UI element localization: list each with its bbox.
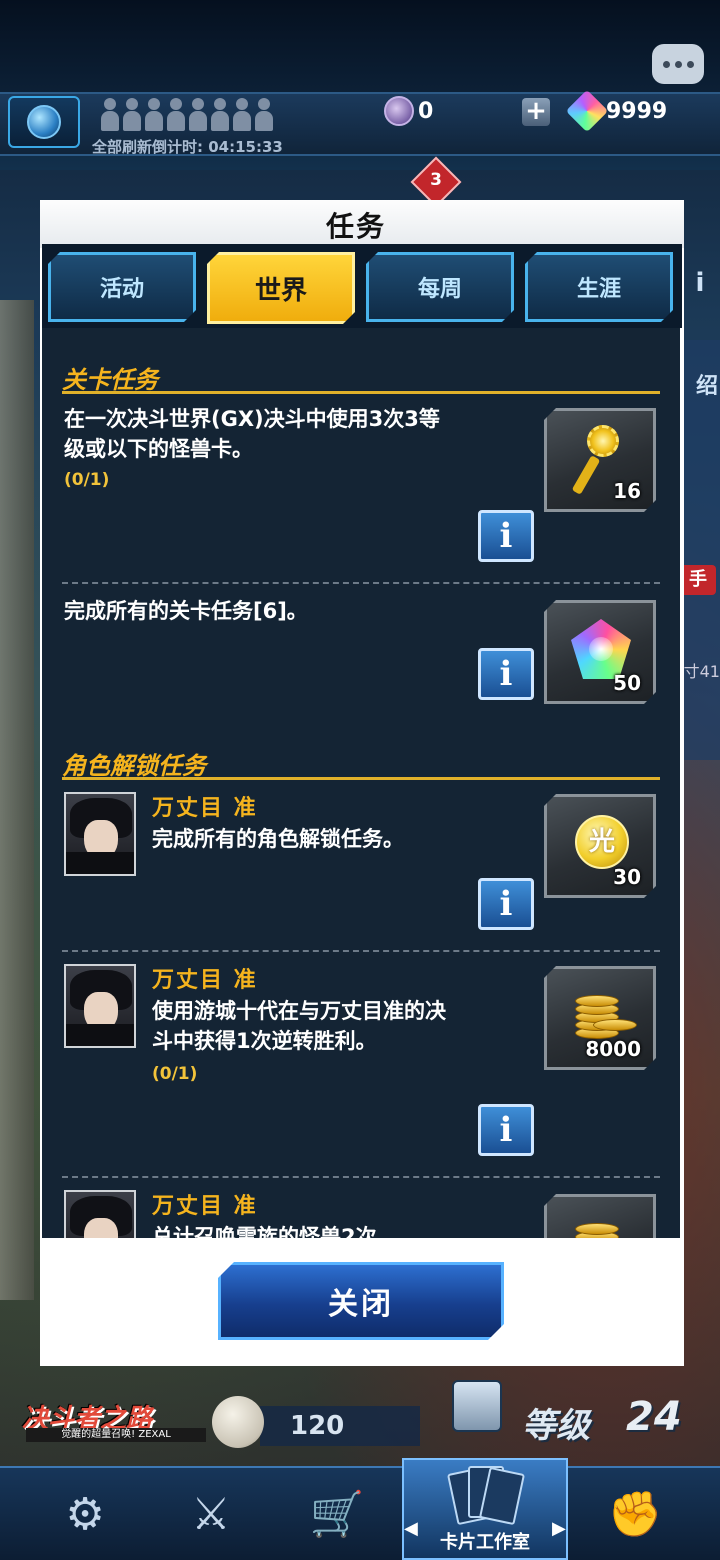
reward-box[interactable]: [544, 1194, 656, 1238]
globe-icon: [27, 105, 61, 139]
mission-progress: (0/1): [152, 1064, 198, 1084]
reward-box[interactable]: 光 30: [544, 794, 656, 898]
side-intro-text[interactable]: 绍: [696, 368, 718, 400]
mission-text: 完成所有的角色解锁任务。: [152, 827, 404, 851]
light-orb-icon: 光: [575, 815, 629, 869]
dialog-title: 任务: [325, 210, 386, 243]
reward-box[interactable]: 8000: [544, 966, 656, 1070]
section-title: 角色解锁任务: [62, 752, 206, 780]
background-pillar: [0, 300, 34, 1300]
mission-text: 总计召唤雷族的怪兽2次: [152, 1225, 377, 1238]
section-title: 关卡任务: [62, 366, 158, 394]
coin-icon: [212, 1396, 264, 1448]
tab-weekly[interactable]: 每周: [366, 252, 514, 322]
reward-box[interactable]: 16: [544, 408, 656, 512]
divider: [62, 950, 660, 952]
crystal-core: [589, 637, 613, 661]
world-globe-button[interactable]: [8, 96, 80, 148]
chat-dot-icon: [686, 60, 694, 68]
refresh-countdown: 全部刷新倒计时: 04:15:33: [92, 138, 283, 156]
player-silhouette-icon: [232, 98, 252, 134]
character-avatar: [64, 792, 136, 876]
reward-box[interactable]: 50: [544, 600, 656, 704]
side-hand-badge[interactable]: 手: [680, 565, 716, 595]
character-name: 万丈目 准: [152, 796, 258, 821]
reward-count: 8000: [585, 1037, 641, 1061]
section-header-stage: 关卡任务: [62, 360, 660, 394]
player-silhouette-icon: [254, 98, 274, 134]
player-silhouette-icon: [188, 98, 208, 134]
notification-count: 3: [430, 170, 442, 190]
gold-coins-icon: [569, 1211, 639, 1238]
duelist-road-subtitle: 觉醒的超量召唤! ZEXAL: [26, 1428, 206, 1442]
mission-text: 在一次决斗世界(GX)决斗中使用3次3等 级或以下的怪兽卡。: [64, 407, 440, 461]
section-header-character: 角色解锁任务: [62, 746, 660, 780]
player-silhouette-icon: [100, 98, 120, 134]
add-gems-button[interactable]: +: [522, 98, 550, 126]
divider: [62, 582, 660, 584]
info-button[interactable]: i: [478, 878, 534, 930]
tab-event[interactable]: 活动: [48, 252, 196, 322]
character-avatar: [64, 1190, 136, 1238]
reward-count: 30: [613, 865, 641, 889]
crossed-swords-icon: ⚔: [191, 1488, 231, 1540]
tab-career[interactable]: 生涯: [525, 252, 673, 322]
info-button[interactable]: i: [478, 648, 534, 700]
player-silhouette-icon: [166, 98, 186, 134]
character-name: 万丈目 准: [152, 968, 258, 993]
tab-world[interactable]: 世界: [207, 252, 355, 324]
orb-currency-icon: [384, 96, 414, 126]
nav-social[interactable]: ✊: [580, 1472, 690, 1556]
side-info-icon[interactable]: i: [682, 268, 718, 304]
reward-count: 50: [613, 671, 641, 695]
info-button[interactable]: i: [478, 1104, 534, 1156]
mission-list[interactable]: 关卡任务 在一次决斗世界(GX)决斗中使用3次3等 级或以下的怪兽卡。 (0/1…: [42, 328, 680, 1238]
orb-count: 0: [418, 99, 434, 124]
nav-shop[interactable]: 🛒: [282, 1472, 392, 1556]
reward-count: 16: [613, 479, 641, 503]
gem-count: 9999: [606, 99, 668, 124]
mission-text: 使用游城十代在与万丈目准的决 斗中获得1次逆转胜利。: [152, 999, 446, 1053]
chat-dot-icon: [662, 60, 670, 68]
close-button[interactable]: 关闭: [218, 1262, 504, 1340]
chat-button[interactable]: [652, 44, 704, 84]
fist-emblem-icon: ✊: [607, 1489, 663, 1540]
player-silhouette-icon: [122, 98, 142, 134]
mission-text: 完成所有的关卡任务[6]。: [64, 599, 308, 623]
nav-card-studio-label: 卡片工作室: [440, 1532, 530, 1553]
side-time-text: 寸41: [683, 662, 720, 681]
level-value: 24: [626, 1394, 682, 1440]
player-silhouette-icon: [210, 98, 230, 134]
cart-icon: 🛒: [309, 1489, 365, 1540]
divider: [62, 1176, 660, 1178]
coin-count: 120: [260, 1406, 420, 1446]
character-avatar: [64, 964, 136, 1048]
player-silhouette-icon: [144, 98, 164, 134]
cards-icon: [446, 1464, 526, 1526]
player-slots: [100, 98, 274, 134]
level-label: 等级: [522, 1406, 590, 1446]
chat-dot-icon: [674, 60, 682, 68]
mission-progress: (0/1): [64, 470, 110, 490]
character-name: 万丈目 准: [152, 1194, 258, 1219]
info-button[interactable]: i: [478, 510, 534, 562]
nav-profile[interactable]: ⚙: [30, 1472, 140, 1556]
deck-icon[interactable]: [452, 1380, 502, 1432]
gear-icon: ⚙: [65, 1488, 105, 1540]
nav-duel[interactable]: ⚔: [156, 1472, 266, 1556]
